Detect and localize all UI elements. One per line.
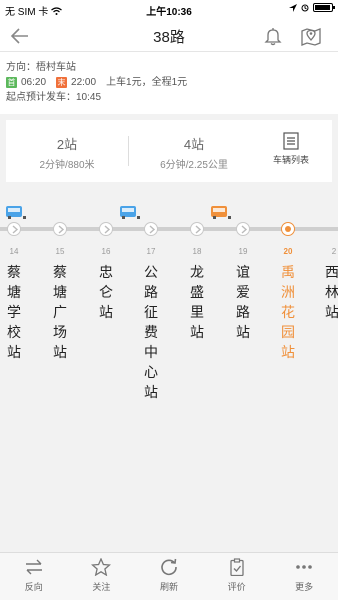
refresh-icon: [161, 558, 177, 576]
vehicle-list-button[interactable]: 车辆列表: [266, 132, 316, 166]
tab-review-label: 评价: [227, 582, 246, 592]
bus-icon[interactable]: [211, 206, 231, 219]
chevron-right-icon: [149, 225, 156, 234]
stop-marker[interactable]: [53, 222, 67, 236]
stop-name[interactable]: 蔡塘学校站: [5, 262, 23, 362]
more-dots-icon: [296, 565, 312, 569]
depart-row: 起点预计发车：10:45: [6, 90, 332, 105]
first-bus-tag: 首: [6, 77, 17, 88]
stop-name[interactable]: 忠仑站: [97, 262, 115, 322]
tab-reverse-label: 反向: [24, 582, 43, 592]
status-right-group: [289, 3, 335, 12]
current-stop-marker[interactable]: [281, 222, 295, 236]
star-icon: [91, 558, 112, 576]
stop-name[interactable]: 西林站: [325, 262, 338, 322]
direction-row: 方向：梧村车站: [6, 60, 332, 75]
chevron-right-icon: [58, 225, 65, 234]
tab-more[interactable]: 更多: [270, 553, 338, 600]
nearest-bus-detail: 2分钟/880米: [39, 160, 95, 171]
first-bus-time: 06:20: [21, 77, 47, 88]
stop-number: 14: [9, 247, 19, 256]
arrival-summary-card: 2站 2分钟/880米 4站 6分钟/2.25公里 车辆列表: [6, 120, 332, 182]
stop-marker[interactable]: [144, 222, 158, 236]
stop-number: 17: [146, 247, 156, 256]
stop-marker[interactable]: [7, 222, 21, 236]
stop-marker[interactable]: [236, 222, 250, 236]
location-arrow-icon: [289, 3, 297, 12]
last-bus-tag: 末: [56, 77, 68, 88]
status-time: 上午10:36: [146, 7, 192, 18]
next-bus-stops: 4站: [183, 137, 205, 152]
nearest-bus-summary[interactable]: 2站 2分钟/880米: [6, 120, 128, 182]
current-stop-number: 20: [283, 247, 293, 256]
swap-icon: [25, 559, 42, 575]
map-pin-icon[interactable]: [300, 25, 322, 47]
stop-name[interactable]: 蔡塘广场站: [51, 262, 69, 362]
direction-text: 方向：梧村车站: [6, 62, 76, 73]
chevron-right-icon: [12, 225, 19, 234]
last-bus-time: 22:00: [71, 77, 97, 88]
next-bus-summary[interactable]: 4站 6分钟/2.25公里: [129, 120, 259, 182]
tab-more-label: 更多: [295, 582, 314, 592]
tab-refresh[interactable]: 刷新: [135, 553, 203, 600]
tab-refresh-label: 刷新: [159, 582, 178, 592]
stop-marker[interactable]: [190, 222, 204, 236]
stop-number: 18: [192, 247, 202, 256]
status-bar: 无 SIM 卡 上午10:36: [0, 0, 338, 20]
page-title: 38路: [153, 29, 185, 46]
chevron-right-icon: [195, 225, 202, 234]
stop-name[interactable]: 龙盛里站: [188, 262, 206, 342]
bus-icon[interactable]: [120, 206, 140, 219]
route-info-panel: 方向：梧村车站 首 06:20 末 22:00 上车1元，全程1元 起点预计发车…: [0, 52, 338, 114]
battery-icon: [313, 3, 335, 12]
stop-name[interactable]: 公路征费中心站: [142, 262, 160, 402]
stop-marker[interactable]: [99, 222, 113, 236]
stop-number: 16: [101, 247, 111, 256]
nav-bar: 38路: [0, 20, 338, 52]
next-bus-detail: 6分钟/2.25公里: [160, 160, 228, 171]
depart-text: 起点预计发车：10:45: [6, 92, 102, 103]
schedule-row: 首 06:20 末 22:00 上车1元，全程1元: [6, 75, 332, 90]
current-stop-name[interactable]: 禹洲花园站: [279, 262, 297, 362]
bottom-tab-bar: 反向 关注 刷新 评价 更多: [0, 552, 338, 600]
stop-name[interactable]: 谊爱路站: [234, 262, 252, 342]
tab-follow[interactable]: 关注: [68, 553, 136, 600]
tab-review[interactable]: 评价: [203, 553, 271, 600]
tab-reverse[interactable]: 反向: [0, 553, 68, 600]
tab-follow-label: 关注: [92, 582, 111, 592]
stop-number: 2: [331, 247, 337, 256]
chevron-right-icon: [241, 225, 248, 234]
chevron-right-icon: [104, 225, 111, 234]
stop-number: 19: [238, 247, 248, 256]
nearest-bus-stops: 2站: [56, 137, 78, 152]
route-stops-strip[interactable]: 14 蔡塘学校站 15 蔡塘广场站 16 忠仑站 17 公路征费中心站 18 龙…: [0, 190, 338, 440]
bell-icon[interactable]: [262, 25, 284, 47]
alarm-icon: [301, 4, 309, 11]
vehicle-list-label: 车辆列表: [272, 155, 309, 165]
list-icon: [283, 132, 299, 150]
clipboard-check-icon: [229, 558, 244, 576]
stop-number: 15: [55, 247, 65, 256]
fare-text: 上车1元，全程1元: [106, 77, 188, 88]
bus-icon[interactable]: [6, 206, 26, 219]
